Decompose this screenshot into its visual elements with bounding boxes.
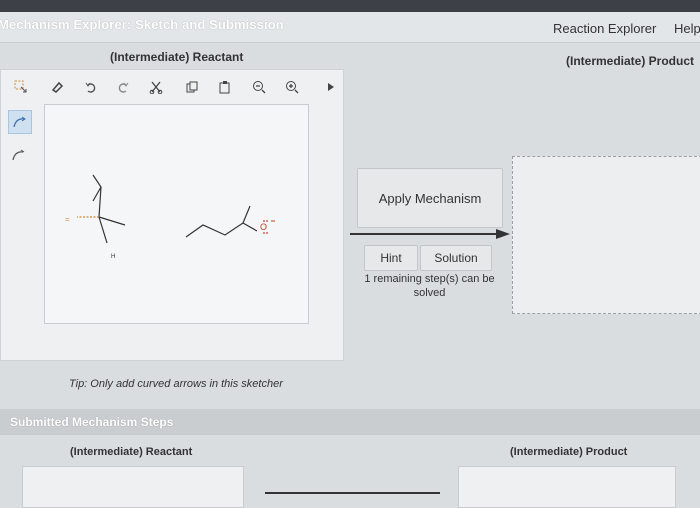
eraser-icon[interactable] xyxy=(48,78,66,96)
product-drop-area[interactable] xyxy=(512,156,700,314)
reaction-arrow xyxy=(350,229,510,239)
redo-icon[interactable] xyxy=(114,78,132,96)
submitted-product-box xyxy=(458,466,676,508)
cut-icon[interactable] xyxy=(147,78,165,96)
zoom-out-icon[interactable] xyxy=(250,78,268,96)
submitted-steps-title: Submitted Mechanism Steps xyxy=(10,415,174,429)
molecule-drawing: = H O xyxy=(65,174,275,260)
zoom-in-icon[interactable] xyxy=(283,78,301,96)
remaining-steps-text: 1 remaining step(s) can be solved xyxy=(364,273,495,299)
app-header: Mechanism Explorer: Sketch and Submissio… xyxy=(0,12,700,43)
reaction-explorer-link[interactable]: Reaction Explorer xyxy=(553,21,656,36)
lasso-select-icon[interactable] xyxy=(12,78,30,96)
submitted-arrow xyxy=(265,492,440,494)
app-title: Mechanism Explorer: Sketch and Submissio… xyxy=(0,17,284,32)
atom-h-label: H xyxy=(111,254,115,260)
hint-button[interactable]: Hint xyxy=(364,245,418,271)
copy-icon[interactable] xyxy=(183,78,201,96)
undo-icon[interactable] xyxy=(82,78,100,96)
submitted-reactant-label: (Intermediate) Reactant xyxy=(70,446,193,458)
apply-mechanism-button[interactable]: Apply Mechanism xyxy=(357,168,503,228)
submitted-product-label: (Intermediate) Product xyxy=(510,446,628,458)
product-label: (Intermediate) Product xyxy=(566,54,695,68)
curved-arrow-single-icon[interactable] xyxy=(8,144,30,166)
atom-o-label: O xyxy=(260,222,267,232)
reactant-label: (Intermediate) Reactant xyxy=(110,50,244,64)
sketch-canvas[interactable]: = H O xyxy=(44,104,309,324)
curved-arrow-pair-icon[interactable] xyxy=(8,110,32,134)
window-top-bar xyxy=(0,0,700,12)
sketcher-tip: Tip: Only add curved arrows in this sket… xyxy=(69,378,283,390)
svg-text:=: = xyxy=(65,215,70,224)
solution-button[interactable]: Solution xyxy=(420,245,492,271)
submitted-reactant-box xyxy=(22,466,244,508)
help-link[interactable]: Help xyxy=(674,21,700,36)
more-arrow-icon[interactable] xyxy=(322,78,340,96)
paste-icon[interactable] xyxy=(216,78,234,96)
